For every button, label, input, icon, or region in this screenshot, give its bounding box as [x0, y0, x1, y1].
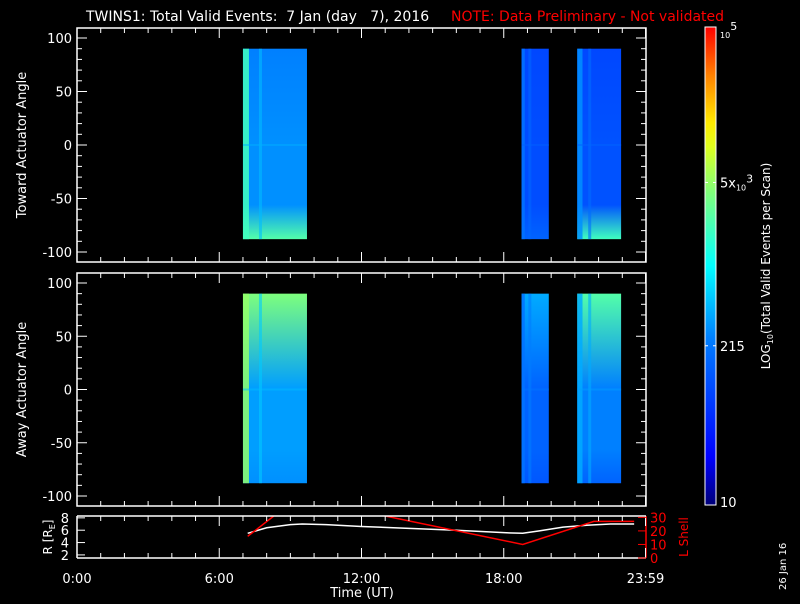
heatmap-stripe [528, 48, 532, 240]
heatmap-block [577, 293, 622, 484]
y-tick-label: 50 [55, 86, 72, 101]
toward-y-axis-label: Toward Actuator Angle [15, 72, 30, 219]
y-tick-label: -50 [51, 437, 72, 452]
r-tick-label: 8 [61, 512, 69, 527]
y-tick-label: -50 [51, 193, 72, 208]
plot-title: TWINS1: Total Valid Events: 7 Jan (day 7… [85, 9, 429, 25]
lshell-line [247, 516, 275, 537]
preliminary-note: NOTE: Data Preliminary - Not validated [451, 9, 724, 25]
y-tick-label: -100 [42, 246, 72, 261]
y-tick-label: 0 [64, 384, 72, 399]
y-tick-label: 0 [64, 139, 72, 154]
heatmap-block-edge [242, 48, 249, 240]
time-tick-label: 23:59 [627, 572, 664, 587]
heatmap-block-edge [242, 293, 249, 484]
heatmap-block-edge [577, 293, 583, 484]
y-tick-label: 100 [47, 277, 72, 292]
side-date: 26 Jan 16 [778, 543, 789, 590]
heatmap-block [242, 293, 307, 484]
time-tick-label: 0:00 [62, 572, 91, 587]
time-tick-label: 6:00 [205, 572, 234, 587]
lshell-line [385, 516, 635, 546]
lshell-axis-label: L Shell [677, 517, 691, 557]
r-axis-label: R [RE] [41, 520, 57, 555]
heatmap-block [521, 293, 549, 484]
lshell-tick-label: 20 [650, 525, 667, 540]
away-y-axis-label: Away Actuator Angle [15, 322, 30, 457]
y-tick-label: 100 [47, 32, 72, 47]
time-tick-label: 18:00 [485, 572, 522, 587]
colorbar-label: LOG10(Total Valid Events per Scan) [759, 163, 775, 370]
y-tick-label: -100 [42, 490, 72, 505]
r-line [247, 523, 635, 535]
time-tick-label: 12:00 [343, 572, 380, 587]
colorbar [704, 26, 717, 506]
heatmap-stripe [258, 48, 262, 240]
heatmap-stripe [588, 48, 592, 240]
heatmap-stripe [528, 293, 532, 484]
x-axis-label: Time (UT) [329, 586, 394, 600]
heatmap-block [242, 48, 307, 240]
heatmap-block [521, 48, 549, 240]
colorbar-tick-label: 215 [720, 340, 745, 355]
away-panel-frame [76, 272, 647, 507]
y-tick-label: 50 [55, 330, 72, 345]
toward-panel-frame [76, 27, 647, 263]
heatmap-stripe [588, 293, 592, 484]
colorbar-tick-label: 5x103 [720, 172, 753, 192]
heatmap-stripe [258, 293, 262, 484]
lshell-tick-label: 10 [650, 538, 667, 553]
colorbar-tick-label: 10 [720, 496, 737, 511]
heatmap-block-edge [577, 48, 583, 240]
twins-plot: TWINS1: Total Valid Events: 7 Jan (day 7… [15, 9, 789, 601]
lshell-tick-label: 0 [650, 552, 658, 567]
lshell-tick-label: 30 [650, 511, 667, 526]
heatmap-block [577, 48, 622, 240]
heatmap-block-edge [521, 48, 525, 240]
heatmap-block-edge [521, 293, 525, 484]
